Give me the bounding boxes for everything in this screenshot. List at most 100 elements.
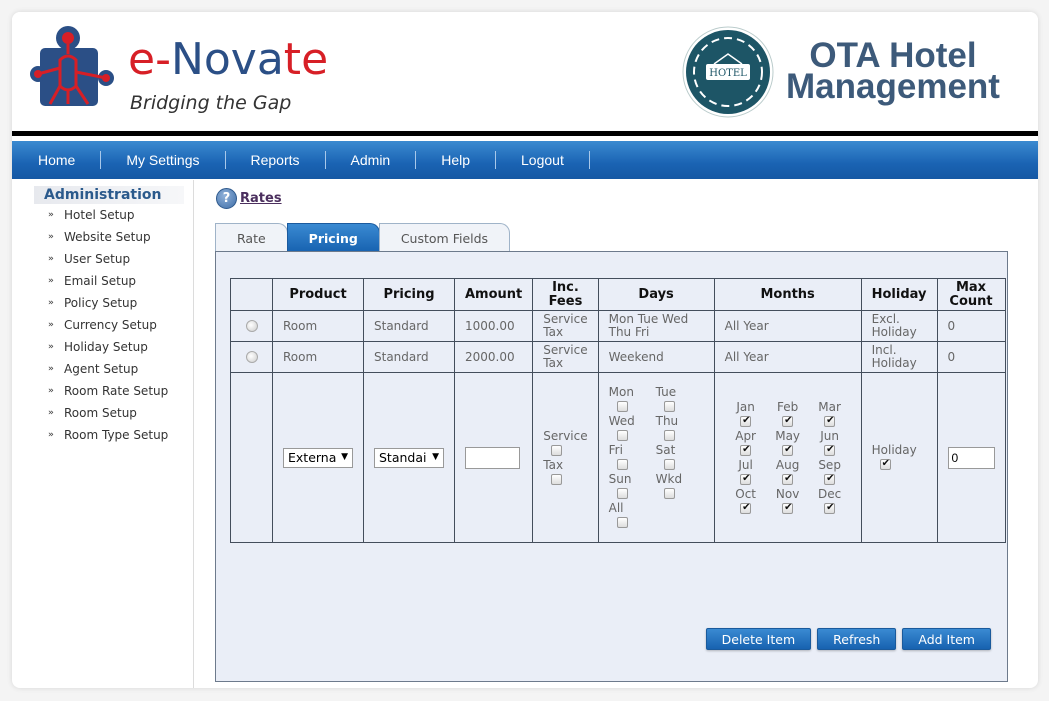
- pricing-select[interactable]: Standai ▼: [374, 447, 444, 468]
- fee-label: Tax: [543, 457, 564, 472]
- tagline: Bridging the Gap: [130, 92, 292, 114]
- month-checkbox-apr[interactable]: [740, 443, 752, 457]
- nav-admin[interactable]: Admin: [326, 151, 417, 169]
- new-item-row: Externa ▼ Standai ▼ Service Tax Mon Tue Wed T: [230, 372, 1006, 543]
- nav-home[interactable]: Home: [12, 151, 102, 169]
- sidebar-item-email-setup[interactable]: » Email Setup: [48, 270, 193, 292]
- month-option: Mar: [809, 400, 851, 429]
- sidebar-item-room-rate-setup[interactable]: » Room Rate Setup: [48, 380, 193, 402]
- fee-checkbox-tax[interactable]: [551, 473, 563, 485]
- double-chevron-right-icon: »: [48, 342, 54, 352]
- months-checkbox-group: Jan Feb Mar Apr May Jun Jul Aug Sep Oct Nov Dec: [725, 400, 851, 516]
- day-option: All: [609, 501, 656, 530]
- day-checkbox-all[interactable]: [616, 517, 628, 528]
- double-chevron-right-icon: »: [48, 430, 54, 440]
- row-select-radio[interactable]: [245, 320, 258, 332]
- sidebar-item-label: Website Setup: [64, 230, 151, 244]
- cell-fees: Service Tax: [532, 310, 599, 342]
- day-checkbox-wed[interactable]: [616, 430, 628, 441]
- month-checkbox-jun[interactable]: [824, 443, 836, 457]
- table-row[interactable]: Room Standard 2000.00 Service Tax Weeken…: [230, 341, 1006, 373]
- sidebar-item-label: Hotel Setup: [64, 208, 135, 222]
- month-option: Apr: [725, 429, 767, 458]
- sidebar-menu: » Hotel Setup » Website Setup » User Setup » Em…: [12, 204, 193, 446]
- day-checkbox-mon[interactable]: [616, 401, 628, 412]
- new-holiday-cell: Holiday: [860, 372, 938, 543]
- day-checkbox-tue[interactable]: [663, 401, 675, 412]
- enovate-puzzle-logo-icon: [30, 26, 114, 106]
- month-label: Jan: [736, 399, 755, 414]
- sidebar-item-currency-setup[interactable]: » Currency Setup: [48, 314, 193, 336]
- month-checkbox-dec[interactable]: [824, 501, 836, 515]
- day-label: Thu: [655, 414, 679, 428]
- action-buttons: Delete Item Refresh Add Item: [705, 628, 991, 650]
- month-checkbox-jan[interactable]: [740, 414, 752, 428]
- col-holiday: Holiday: [860, 278, 938, 311]
- product-select[interactable]: Externa ▼: [283, 447, 353, 468]
- rates-link[interactable]: Rates: [240, 191, 282, 206]
- tab-pricing[interactable]: Pricing: [286, 223, 380, 252]
- month-checkbox-mar[interactable]: [824, 414, 836, 428]
- month-option: Dec: [809, 487, 851, 516]
- nav-help[interactable]: Help: [416, 151, 497, 169]
- new-max-count-cell: [936, 372, 1006, 543]
- sidebar-item-policy-setup[interactable]: » Policy Setup: [48, 292, 193, 314]
- month-checkbox-feb[interactable]: [782, 414, 794, 428]
- month-checkbox-nov[interactable]: [782, 501, 794, 515]
- row-select-radio[interactable]: [245, 351, 258, 363]
- sidebar-item-user-setup[interactable]: » User Setup: [48, 248, 193, 270]
- tab-rate[interactable]: Rate: [215, 223, 288, 252]
- day-option: Wkd: [656, 472, 703, 501]
- month-checkbox-aug[interactable]: [782, 472, 794, 486]
- sidebar-item-room-setup[interactable]: » Room Setup: [48, 402, 193, 424]
- nav-reports[interactable]: Reports: [226, 151, 326, 169]
- month-checkbox-may[interactable]: [782, 443, 794, 457]
- sidebar-item-hotel-setup[interactable]: » Hotel Setup: [48, 204, 193, 226]
- tab-custom-fields[interactable]: Custom Fields: [378, 223, 511, 252]
- amount-input[interactable]: [465, 446, 520, 469]
- month-label: Apr: [735, 428, 756, 443]
- main-content: ? Rates Rate Pricing Custom Fields Produ…: [195, 180, 1038, 688]
- col-amount: Amount: [453, 278, 534, 311]
- col-select: [230, 278, 273, 311]
- day-checkbox-sun[interactable]: [616, 488, 628, 499]
- refresh-button[interactable]: Refresh: [817, 628, 897, 650]
- header-divider: [12, 131, 1038, 136]
- day-checkbox-wkd[interactable]: [663, 488, 675, 499]
- sidebar-item-label: Holiday Setup: [64, 340, 148, 354]
- max-count-input[interactable]: [947, 446, 995, 469]
- month-checkbox-sep[interactable]: [824, 472, 836, 486]
- holiday-checkbox[interactable]: [879, 457, 891, 471]
- product-title-line2: Management: [786, 67, 1000, 106]
- sidebar-item-agent-setup[interactable]: » Agent Setup: [48, 358, 193, 380]
- sidebar-item-holiday-setup[interactable]: » Holiday Setup: [48, 336, 193, 358]
- fee-checkbox-service[interactable]: [551, 444, 563, 456]
- double-chevron-right-icon: »: [48, 386, 54, 396]
- cell-holiday: Excl. Holiday: [860, 310, 938, 342]
- nav-my-settings[interactable]: My Settings: [101, 151, 226, 169]
- day-checkbox-fri[interactable]: [616, 459, 628, 470]
- holiday-option: Holiday: [872, 443, 927, 472]
- day-checkbox-thu[interactable]: [663, 430, 675, 441]
- double-chevron-right-icon: »: [48, 210, 54, 220]
- help-icon[interactable]: ?: [216, 188, 237, 209]
- nav-logout[interactable]: Logout: [496, 151, 590, 169]
- new-product-cell: Externa ▼: [272, 372, 364, 543]
- table-row[interactable]: Room Standard 1000.00 Service Tax Mon Tu…: [230, 310, 1006, 342]
- hotel-badge-icon: HOTEL: [682, 26, 774, 118]
- badge-text: HOTEL: [709, 68, 747, 79]
- brand-main: Nova: [170, 34, 284, 85]
- cell-max-count: 0: [936, 310, 1006, 342]
- cell-amount: 2000.00: [453, 341, 534, 373]
- month-checkbox-jul[interactable]: [740, 472, 752, 486]
- brand-prefix: e-: [128, 34, 171, 85]
- add-item-button[interactable]: Add Item: [902, 628, 991, 650]
- delete-item-button[interactable]: Delete Item: [705, 628, 812, 650]
- sidebar-item-website-setup[interactable]: » Website Setup: [48, 226, 193, 248]
- month-checkbox-oct[interactable]: [740, 501, 752, 515]
- day-checkbox-sat[interactable]: [663, 459, 675, 470]
- new-months-cell: Jan Feb Mar Apr May Jun Jul Aug Sep Oct Nov Dec: [713, 372, 862, 543]
- month-option: Nov: [767, 487, 809, 516]
- sidebar-item-label: Room Type Setup: [64, 428, 169, 442]
- sidebar-item-room-type-setup[interactable]: » Room Type Setup: [48, 424, 193, 446]
